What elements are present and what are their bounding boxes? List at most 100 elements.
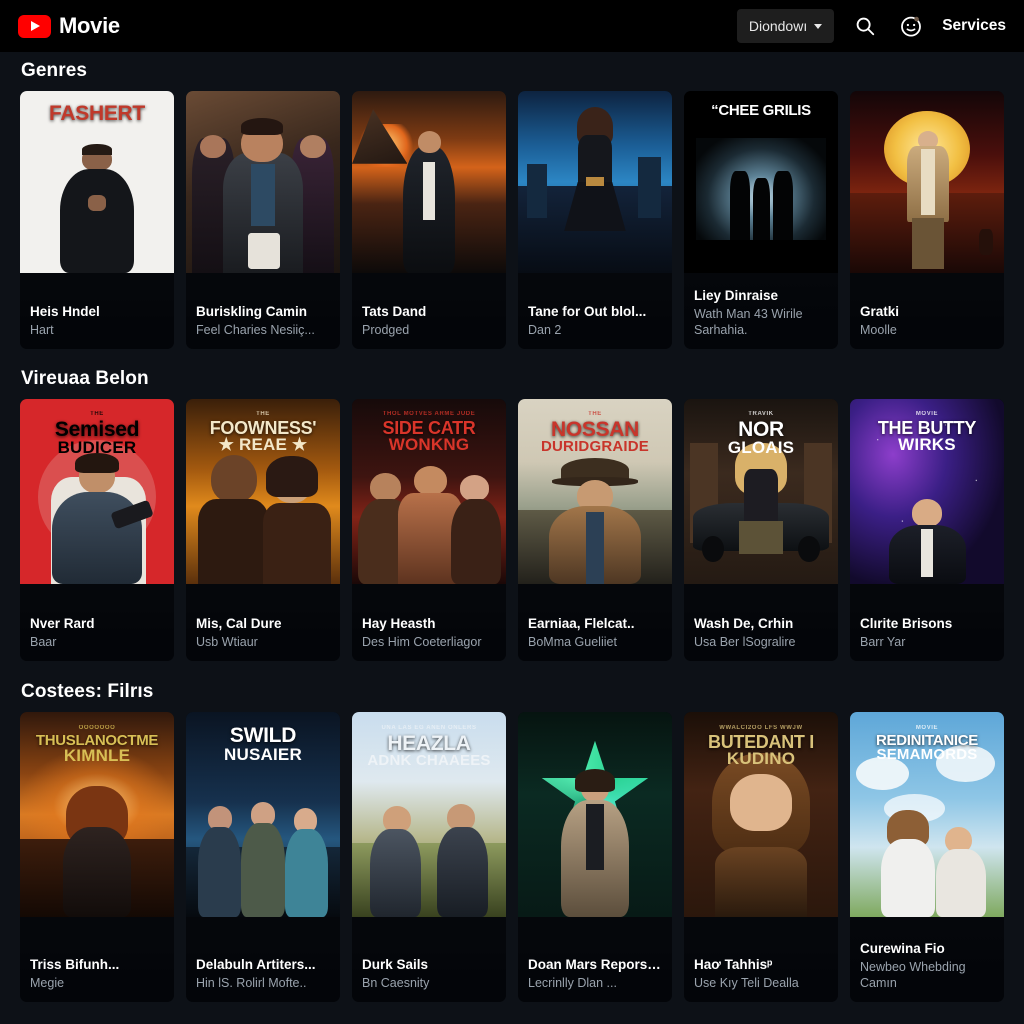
poster-artwork	[518, 399, 672, 584]
movie-subtitle: Usb Wtiaur	[196, 634, 258, 649]
card-row-genres: FASHERT Heis Hndel Hart Buriskling Camin Fee…	[0, 91, 1024, 349]
movie-title: Mis, Cal Dure	[196, 615, 282, 631]
movie-poster: MOVIE THE BUTTY WIRKS	[850, 399, 1004, 584]
search-button[interactable]	[850, 11, 880, 41]
section-heading-genres: Genres	[21, 60, 88, 81]
movie-poster	[186, 91, 340, 273]
movie-title: Liey Dinraise	[694, 287, 779, 303]
poster-artwork	[850, 712, 1004, 917]
movie-poster: OOOOOOO THUSLANOCTME KIMNLE	[20, 712, 174, 917]
movie-title: Delabuln Artiters...	[196, 956, 316, 972]
account-button[interactable]	[896, 11, 926, 41]
movie-card[interactable]: Tane for Out blol... Dan 2	[518, 91, 672, 349]
movie-poster: UNA LAS EG ANEN ONLERS HEAZLA ADNK CHAAEES	[352, 712, 506, 917]
movie-title: Durk Sails	[362, 956, 429, 972]
movie-poster: THE FOOWNESS' ★ REAE ★	[186, 399, 340, 584]
movie-caption: Wash De, Crhin Usa Ber lSogralire	[684, 607, 838, 661]
movie-poster: MOVIE REDINITANICE SEMAMORDS	[850, 712, 1004, 917]
movie-subtitle: Hin lS. Rolirl Mofte..	[196, 975, 307, 990]
movie-caption: Clırite Brisons Barr Yar	[850, 607, 1004, 661]
movie-subtitle: Baar	[30, 634, 57, 649]
movie-title: Tats Dand	[362, 303, 427, 319]
poster-artwork	[850, 399, 1004, 584]
poster-artwork	[186, 91, 340, 273]
movie-title: Heis Hndel	[30, 303, 100, 319]
card-row-vireuaa-belon: THE Semised BUDICER Nver Rard Baar THE FOOWNES…	[0, 399, 1024, 661]
movie-card[interactable]: TRAVIK NOR GLOAIS Wash De, Crhin Usa Ber lSo…	[684, 399, 838, 661]
movie-poster	[850, 91, 1004, 273]
movie-poster: THOL MOTVES ARME JUDE SIDE CATR WONKNG	[352, 399, 506, 584]
movie-caption: Hay Heasth Des Him Coeterliagor	[352, 607, 506, 661]
poster-artwork	[684, 91, 838, 273]
movie-title: Gratki	[860, 303, 900, 319]
poster-artwork	[20, 91, 174, 273]
poster-artwork	[352, 399, 506, 584]
browse-page: Genres FASHERT Heis Hndel Hart Buriskling C…	[0, 52, 1024, 1024]
section-heading-costees-films: Costees: Filrıs	[21, 681, 154, 702]
movie-title: Buriskling Camin	[196, 303, 308, 319]
movie-subtitle: Feel Charies Nesiiç...	[196, 322, 315, 337]
movie-poster: THE Semised BUDICER	[20, 399, 174, 584]
movie-title: Tane for Out blol...	[528, 303, 647, 319]
movie-poster: TRAVIK NOR GLOAIS	[684, 399, 838, 584]
poster-artwork	[684, 399, 838, 584]
movie-card[interactable]: Buriskling Camin Feel Charies Nesiiç...	[186, 91, 340, 349]
movie-title: Curewina Fio	[860, 940, 945, 956]
movie-caption: Heis Hndel Hart	[20, 295, 174, 349]
movie-card[interactable]: FASHERT Heis Hndel Hart	[20, 91, 174, 349]
movie-subtitle: Megie	[30, 975, 65, 990]
section-heading-vireuaa-belon: Vireuaa Belon	[21, 368, 149, 389]
movie-title: Nver Rard	[30, 615, 95, 631]
movie-caption: Doan Mars Reporses Lecrinlly Dlan ...	[518, 948, 672, 1002]
region-dropdown[interactable]: Diondowı	[736, 9, 835, 43]
movie-card[interactable]: MOVIE REDINITANICE SEMAMORDS Curewina Fio Ne…	[850, 712, 1004, 1002]
movie-caption: Curewina Fio Newbeo Whebding Camın	[850, 932, 1004, 1002]
movie-poster	[352, 91, 506, 273]
poster-artwork	[518, 712, 672, 917]
movie-title: Earniaa, Flelcat..	[528, 615, 635, 631]
movie-poster: FASHERT	[20, 91, 174, 273]
poster-artwork	[850, 91, 1004, 273]
movie-card[interactable]: “CHEE GRILIS Liey Dinraise Wath Man 43 Wir…	[684, 91, 838, 349]
movie-caption: Tane for Out blol... Dan 2	[518, 295, 672, 349]
movie-poster	[518, 91, 672, 273]
movie-card[interactable]: THE Semised BUDICER Nver Rard Baar	[20, 399, 174, 661]
brand-name: Movie	[59, 13, 120, 38]
movie-poster: SWILD NUSAIER	[186, 712, 340, 917]
movie-caption: Gratki Moolle	[850, 295, 1004, 349]
movie-title: Hay Heasth	[362, 615, 436, 631]
movie-card[interactable]: OOOOOOO THUSLANOCTME KIMNLE Triss Bifunh...…	[20, 712, 174, 1002]
movie-caption: Durk Sails Bn Caesnity	[352, 948, 506, 1002]
poster-artwork	[352, 91, 506, 273]
poster-artwork	[518, 91, 672, 273]
youtube-play-icon	[18, 14, 51, 38]
brand-logo[interactable]: Movie	[18, 13, 120, 39]
movie-card[interactable]: Gratki Moolle	[850, 91, 1004, 349]
services-link[interactable]: Services	[942, 17, 1006, 35]
movie-subtitle: Usa Ber lSogralire	[694, 634, 796, 649]
movie-poster: THE NOSSAN DURIDGRAIDE	[518, 399, 672, 584]
movie-card[interactable]: WWALCI2OO LFS WWJW BUTEDANT I KUDINO Haơ Ta…	[684, 712, 838, 1002]
movie-subtitle: Bn Caesnity	[362, 975, 430, 990]
movie-subtitle: Newbeo Whebding Camın	[860, 959, 966, 990]
movie-card[interactable]: THOL MOTVES ARME JUDE SIDE CATR WONKNG Hay …	[352, 399, 506, 661]
movie-caption: Tats Dand Prodged	[352, 295, 506, 349]
region-dropdown-label: Diondowı	[748, 18, 808, 34]
poster-artwork	[20, 712, 174, 917]
movie-card[interactable]: Tats Dand Prodged	[352, 91, 506, 349]
movie-subtitle: BoMma Gueliiet	[528, 634, 617, 649]
header-actions: Diondowı Services	[736, 0, 1006, 52]
movie-title: Doan Mars Reporses	[528, 956, 662, 972]
card-row-costees-films: OOOOOOO THUSLANOCTME KIMNLE Triss Bifunh...…	[0, 712, 1024, 1002]
movie-card[interactable]: SWILD NUSAIER Delabuln Artiters... Hin lS. …	[186, 712, 340, 1002]
movie-card[interactable]: THE NOSSAN DURIDGRAIDE Earniaa, Flelcat.. Bo…	[518, 399, 672, 661]
movie-caption: Buriskling Camin Feel Charies Nesiiç...	[186, 295, 340, 349]
movie-card[interactable]: THE FOOWNESS' ★ REAE ★ Mis, Cal Dure Usb Wti…	[186, 399, 340, 661]
movie-card[interactable]: MOVIE THE BUTTY WIRKS Clırite Brisons Barr Y…	[850, 399, 1004, 661]
movie-caption: Haơ Tahhisᵖ Use Kıy Teli Dealla	[684, 948, 838, 1002]
poster-artwork	[352, 712, 506, 917]
movie-card[interactable]: UNA LAS EG ANEN ONLERS HEAZLA ADNK CHAAEES…	[352, 712, 506, 1002]
movie-caption: Earniaa, Flelcat.. BoMma Gueliiet	[518, 607, 672, 661]
movie-card[interactable]: Doan Mars Reporses Lecrinlly Dlan ...	[518, 712, 672, 1002]
movie-subtitle: Use Kıy Teli Dealla	[694, 975, 799, 990]
